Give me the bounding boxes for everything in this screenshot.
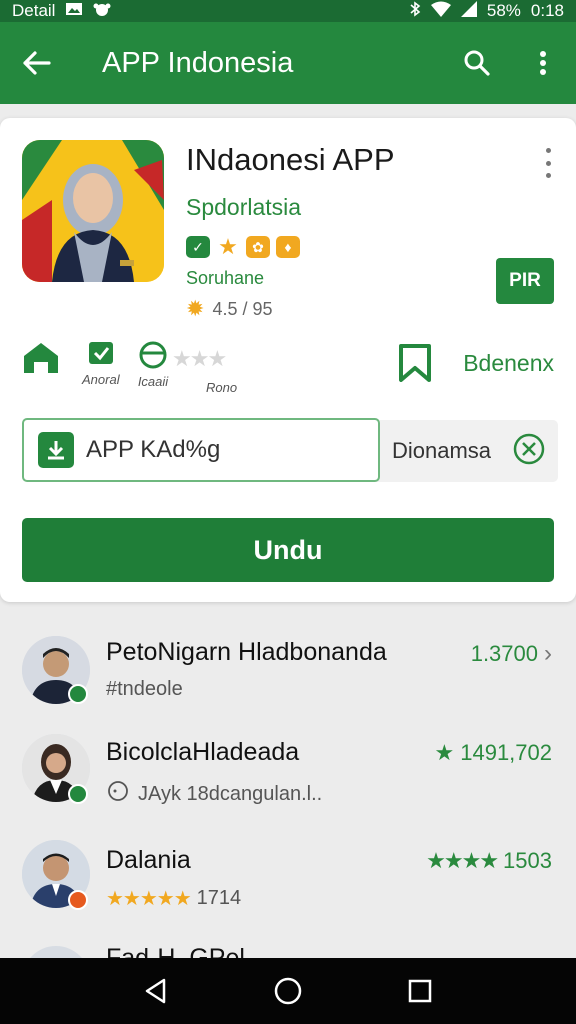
- verified-icon: [68, 684, 88, 704]
- star-rating-icon: ★★★★: [426, 848, 499, 873]
- list-item-meta: 1503: [503, 848, 552, 873]
- badge-icon: ✿: [246, 236, 270, 258]
- star-rating-icon: ★★★★★: [106, 888, 192, 910]
- secondary-field[interactable]: Dionamsa: [368, 420, 558, 482]
- wishlist-button[interactable]: Bdenenx: [397, 344, 554, 382]
- star-icon: ★★★: [172, 346, 227, 371]
- info-item: Rono: [206, 380, 237, 395]
- search-row: Dionamsa APP KAd%g: [22, 418, 558, 482]
- search-input[interactable]: APP KAd%g: [22, 418, 380, 482]
- star-icon: ★: [434, 740, 455, 765]
- info-label: Rono: [206, 380, 238, 395]
- toolbar: APP Indonesia: [0, 22, 576, 104]
- list-item[interactable]: Fad-H. GPel: [0, 944, 576, 958]
- app-icon: [22, 140, 164, 282]
- more-options-button[interactable]: [536, 148, 560, 178]
- bookmark-icon: [399, 344, 432, 382]
- search-button[interactable]: [444, 22, 510, 104]
- list-item-meta: 1.3700: [470, 641, 538, 666]
- signal-icon: [460, 0, 477, 22]
- check-shield-icon: [88, 342, 113, 364]
- list-item[interactable]: BicolclaHladeada JAyk 18dcangulan.l.. ★ …: [0, 728, 576, 828]
- image-icon: [65, 1, 83, 21]
- search-icon: [464, 50, 490, 76]
- battery-text: 58%: [486, 1, 521, 20]
- steering-wheel-icon: [139, 341, 167, 369]
- home-icon: [24, 343, 58, 373]
- page-title: APP Indonesia: [102, 46, 294, 79]
- app-detail-card: INdaonesi APP Spdorlatsia ✓ ★ ✿ ♦ Soruha…: [0, 118, 576, 602]
- status-bar: Detail 58% 0:18: [0, 0, 576, 22]
- gold-badge-icon: ✹: [186, 296, 205, 321]
- system-nav-bar: [0, 958, 576, 1024]
- list-item[interactable]: PetoNigarn Hladbonanda #tndeole 1.3700 ›: [0, 620, 576, 720]
- info-label: Anoral: [82, 372, 120, 387]
- status-label: Detail: [12, 1, 56, 20]
- badge-icon: ✓: [186, 236, 210, 258]
- verified-icon: [68, 784, 88, 804]
- bluetooth-icon: [409, 0, 421, 22]
- clock: 0:18: [530, 1, 564, 20]
- list-item-name: PetoNigarn Hladbonanda: [106, 638, 387, 666]
- chat-icon: [106, 780, 132, 808]
- list-item-sub: 1714: [196, 887, 242, 909]
- info-item[interactable]: [22, 340, 60, 374]
- wishlist-label: Bdenenx: [463, 349, 554, 376]
- info-item[interactable]: Anoral: [82, 340, 120, 387]
- install-button[interactable]: PIR: [496, 258, 554, 304]
- download-box-icon: [38, 432, 74, 468]
- triangle-back-icon: [145, 978, 166, 1004]
- list-item-sub: #tndeole: [106, 678, 183, 700]
- star-icon: ★: [218, 234, 238, 259]
- clear-button[interactable]: [512, 432, 546, 471]
- avatar: [22, 946, 90, 958]
- list-item-name: Dalania: [106, 846, 191, 874]
- info-item[interactable]: Icaaii: [136, 340, 170, 389]
- download-button[interactable]: Undu: [22, 518, 554, 582]
- list-item-sub: JAyk 18dcangulan.l..: [138, 782, 323, 805]
- android-icon: [93, 1, 111, 21]
- overflow-menu-button[interactable]: [510, 22, 576, 104]
- category-label: Soruhane: [186, 268, 265, 288]
- circle-home-icon: [274, 977, 302, 1005]
- verified-icon: [68, 890, 88, 910]
- rating-text: 4.5 / 95: [212, 298, 273, 319]
- list-item-name: Fad-H. GPel: [106, 944, 245, 958]
- close-circle-icon: [513, 433, 545, 464]
- list-item-meta: 1491,702: [460, 740, 552, 765]
- badge-icon: ♦: [276, 236, 300, 258]
- chevron-right-icon: ›: [544, 640, 552, 667]
- list-item-name: BicolclaHladeada: [106, 738, 300, 766]
- info-row: Anoral Icaaii ★★★ Rono Bdenenx: [22, 340, 554, 396]
- back-button[interactable]: [0, 22, 72, 104]
- list-item[interactable]: Dalania ★★★★★ 1714 ★★★★ 1503: [0, 836, 576, 936]
- arrow-left-icon: [23, 51, 51, 75]
- search-input-value: APP KAd%g: [86, 436, 221, 463]
- more-vert-icon: [540, 51, 546, 75]
- rating-row: ✹ 4.5 / 95: [186, 296, 272, 322]
- nav-back-button[interactable]: [126, 961, 186, 1021]
- badge-row: ✓ ★ ✿ ♦: [186, 234, 300, 259]
- square-recents-icon: [408, 979, 432, 1003]
- developer-link[interactable]: Spdorlatsia: [186, 194, 301, 221]
- rating-stars: ★★★: [172, 346, 227, 372]
- secondary-field-value: Dionamsa: [392, 438, 492, 463]
- nav-home-button[interactable]: [258, 961, 318, 1021]
- app-name: INdaonesi APP: [186, 142, 395, 177]
- info-label: Icaaii: [137, 374, 169, 389]
- wifi-icon: [430, 1, 451, 22]
- nav-recents-button[interactable]: [390, 961, 450, 1021]
